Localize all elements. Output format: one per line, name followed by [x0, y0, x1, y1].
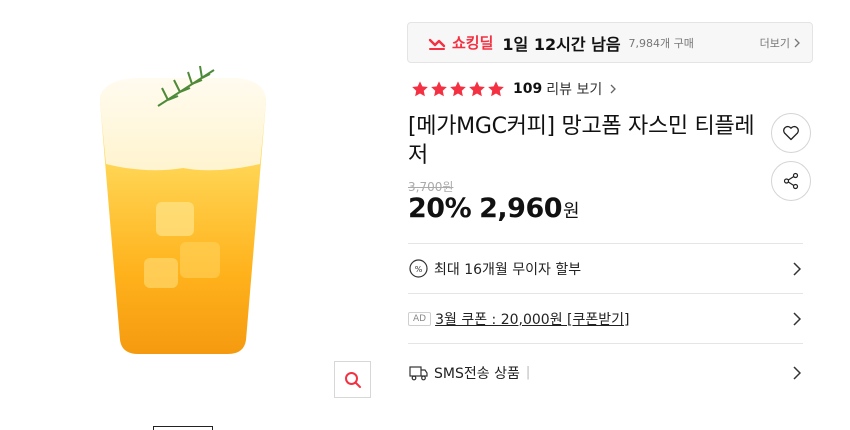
sms-row[interactable]: SMS전송 상품 | [408, 343, 803, 401]
share-icon [783, 172, 799, 190]
heart-icon [783, 125, 799, 141]
star-icon [450, 81, 466, 97]
product-image [96, 22, 372, 400]
coupon-row[interactable]: AD 3월 쿠폰 : 20,000원 [쿠폰받기] [408, 293, 803, 343]
deal-label: 쇼킹딜 [452, 34, 494, 52]
discount-rate: 20% [408, 193, 472, 224]
star-icon [469, 81, 485, 97]
deal-purchase-count: 7,984개 구매 [628, 36, 694, 50]
rating-summary[interactable]: 109 리뷰 보기 [411, 78, 617, 100]
like-button[interactable] [771, 113, 811, 153]
chevron-right-icon [793, 311, 801, 326]
chevron-right-icon [793, 365, 801, 380]
chevron-right-icon [610, 84, 617, 94]
magnifier-icon [344, 371, 361, 388]
product-photo [100, 65, 266, 354]
review-count: 109 [513, 81, 543, 97]
deal-more-link[interactable]: 더보기 [760, 35, 800, 51]
delivery-truck-icon [408, 363, 428, 383]
chevron-right-icon [794, 38, 800, 47]
ad-badge: AD [408, 311, 432, 326]
review-link[interactable]: 리뷰 보기 [546, 79, 602, 99]
shocking-deal-banner: 쇼킹딜 1일 12시간 남음 7,984개 구매 더보기 [407, 22, 813, 63]
star-rating [411, 80, 505, 98]
installment-text: 최대 16개월 무이자 할부 [434, 261, 582, 278]
sale-price: 2,960 [479, 193, 563, 224]
percent-icon: % [408, 259, 428, 279]
star-icon [431, 81, 447, 97]
thumbnail-selected[interactable] [153, 426, 213, 430]
installment-row[interactable]: % 최대 16개월 무이자 할부 [408, 243, 803, 293]
star-icon [412, 81, 428, 97]
product-title: [메가MGC커피] 망고폼 자스민 티플레저 [408, 114, 755, 168]
zoom-button[interactable] [334, 361, 371, 398]
deal-more-label: 더보기 [759, 36, 790, 50]
sms-text: SMS전송 상품 [434, 365, 520, 382]
coupon-link[interactable]: 3월 쿠폰 : 20,000원 [쿠폰받기] [435, 309, 629, 329]
svg-text:%: % [414, 265, 422, 274]
sms-separator: | [525, 365, 531, 380]
star-icon [488, 81, 504, 97]
share-button[interactable] [771, 161, 811, 201]
price-row: 20% 2,960 원 [408, 193, 580, 224]
deal-arrow-icon [428, 38, 446, 50]
currency-label: 원 [563, 201, 580, 222]
chevron-right-icon [793, 261, 801, 276]
deal-time-left: 1일 12시간 남음 [502, 34, 621, 54]
